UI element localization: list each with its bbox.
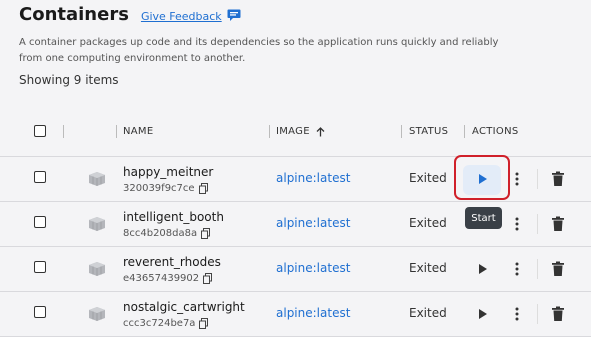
table-row[interactable]: intelligent_booth 8cc4b208da8a alpine:la… (0, 202, 591, 247)
table-row[interactable]: happy_meitner 320039f9c7ce alpine:latest… (0, 156, 591, 202)
container-id-text: 8cc4b208da8a (123, 228, 198, 239)
select-all-checkbox[interactable] (34, 125, 46, 137)
copy-icon[interactable] (203, 273, 213, 284)
status-text: Exited (409, 171, 447, 185)
give-feedback-label[interactable]: Give Feedback (141, 10, 222, 23)
container-icon (88, 216, 106, 236)
play-icon[interactable] (474, 171, 490, 187)
page-description: A container packages up code and its dep… (19, 37, 499, 64)
container-id: 320039f9c7ce (123, 183, 208, 194)
column-divider (464, 125, 465, 138)
page-header: Containers Give Feedback (19, 4, 241, 25)
actions-divider (537, 304, 538, 324)
start-tooltip: Start (465, 207, 502, 229)
trash-icon[interactable] (551, 306, 565, 322)
more-options-icon[interactable] (510, 306, 524, 322)
column-header-actions: ACTIONS (472, 126, 519, 137)
column-divider (63, 125, 64, 138)
container-id-text: 320039f9c7ce (123, 183, 195, 194)
copy-icon[interactable] (198, 183, 208, 194)
feedback-chat-icon[interactable] (227, 9, 241, 24)
container-icon (88, 261, 106, 281)
row-checkbox[interactable] (34, 306, 46, 318)
actions-divider (537, 214, 538, 234)
actions-divider (537, 259, 538, 279)
container-id-text: e43657439902 (123, 273, 200, 284)
more-options-icon[interactable] (510, 216, 524, 232)
column-divider (116, 125, 117, 138)
table-row[interactable]: nostalgic_cartwright ccc3c724be7a alpine… (0, 292, 591, 337)
column-divider (401, 125, 402, 138)
play-icon[interactable] (474, 261, 490, 277)
container-name[interactable]: intelligent_booth (123, 210, 224, 224)
row-checkbox[interactable] (34, 171, 46, 183)
container-icon (88, 306, 106, 326)
image-link[interactable]: alpine:latest (276, 261, 350, 275)
status-text: Exited (409, 216, 447, 230)
page-title: Containers (19, 4, 129, 25)
more-options-icon[interactable] (510, 261, 524, 277)
containers-table: NAME IMAGE STATUS ACTIONS happy_meitner … (0, 112, 591, 337)
trash-icon[interactable] (551, 261, 565, 277)
container-name[interactable]: happy_meitner (123, 165, 213, 179)
trash-icon[interactable] (551, 171, 565, 187)
items-count: Showing 9 items (19, 73, 119, 87)
start-tooltip-text: Start (471, 212, 496, 224)
trash-icon[interactable] (551, 216, 565, 232)
image-link[interactable]: alpine:latest (276, 216, 350, 230)
column-header-image[interactable]: IMAGE (276, 126, 325, 137)
container-id-text: ccc3c724be7a (123, 318, 196, 329)
container-id: 8cc4b208da8a (123, 228, 211, 239)
give-feedback-link[interactable]: Give Feedback (141, 9, 241, 24)
copy-icon[interactable] (199, 318, 209, 329)
image-link[interactable]: alpine:latest (276, 306, 350, 320)
copy-icon[interactable] (201, 228, 211, 239)
table-header: NAME IMAGE STATUS ACTIONS (0, 112, 591, 156)
status-text: Exited (409, 306, 447, 320)
column-header-image-label[interactable]: IMAGE (276, 126, 310, 137)
arrow-up-icon[interactable] (316, 126, 325, 137)
container-name[interactable]: nostalgic_cartwright (123, 300, 245, 314)
container-icon (88, 171, 106, 191)
table-row[interactable]: reverent_rhodes e43657439902 alpine:late… (0, 247, 591, 292)
column-header-name[interactable]: NAME (123, 126, 153, 137)
container-id: ccc3c724be7a (123, 318, 209, 329)
column-divider (269, 125, 270, 138)
image-link[interactable]: alpine:latest (276, 171, 350, 185)
play-icon[interactable] (474, 306, 490, 322)
container-id: e43657439902 (123, 273, 213, 284)
column-header-status[interactable]: STATUS (409, 126, 448, 137)
status-text: Exited (409, 261, 447, 275)
row-checkbox[interactable] (34, 216, 46, 228)
container-name[interactable]: reverent_rhodes (123, 255, 221, 269)
more-options-icon[interactable] (510, 171, 524, 187)
row-checkbox[interactable] (34, 261, 46, 273)
actions-divider (537, 169, 538, 189)
